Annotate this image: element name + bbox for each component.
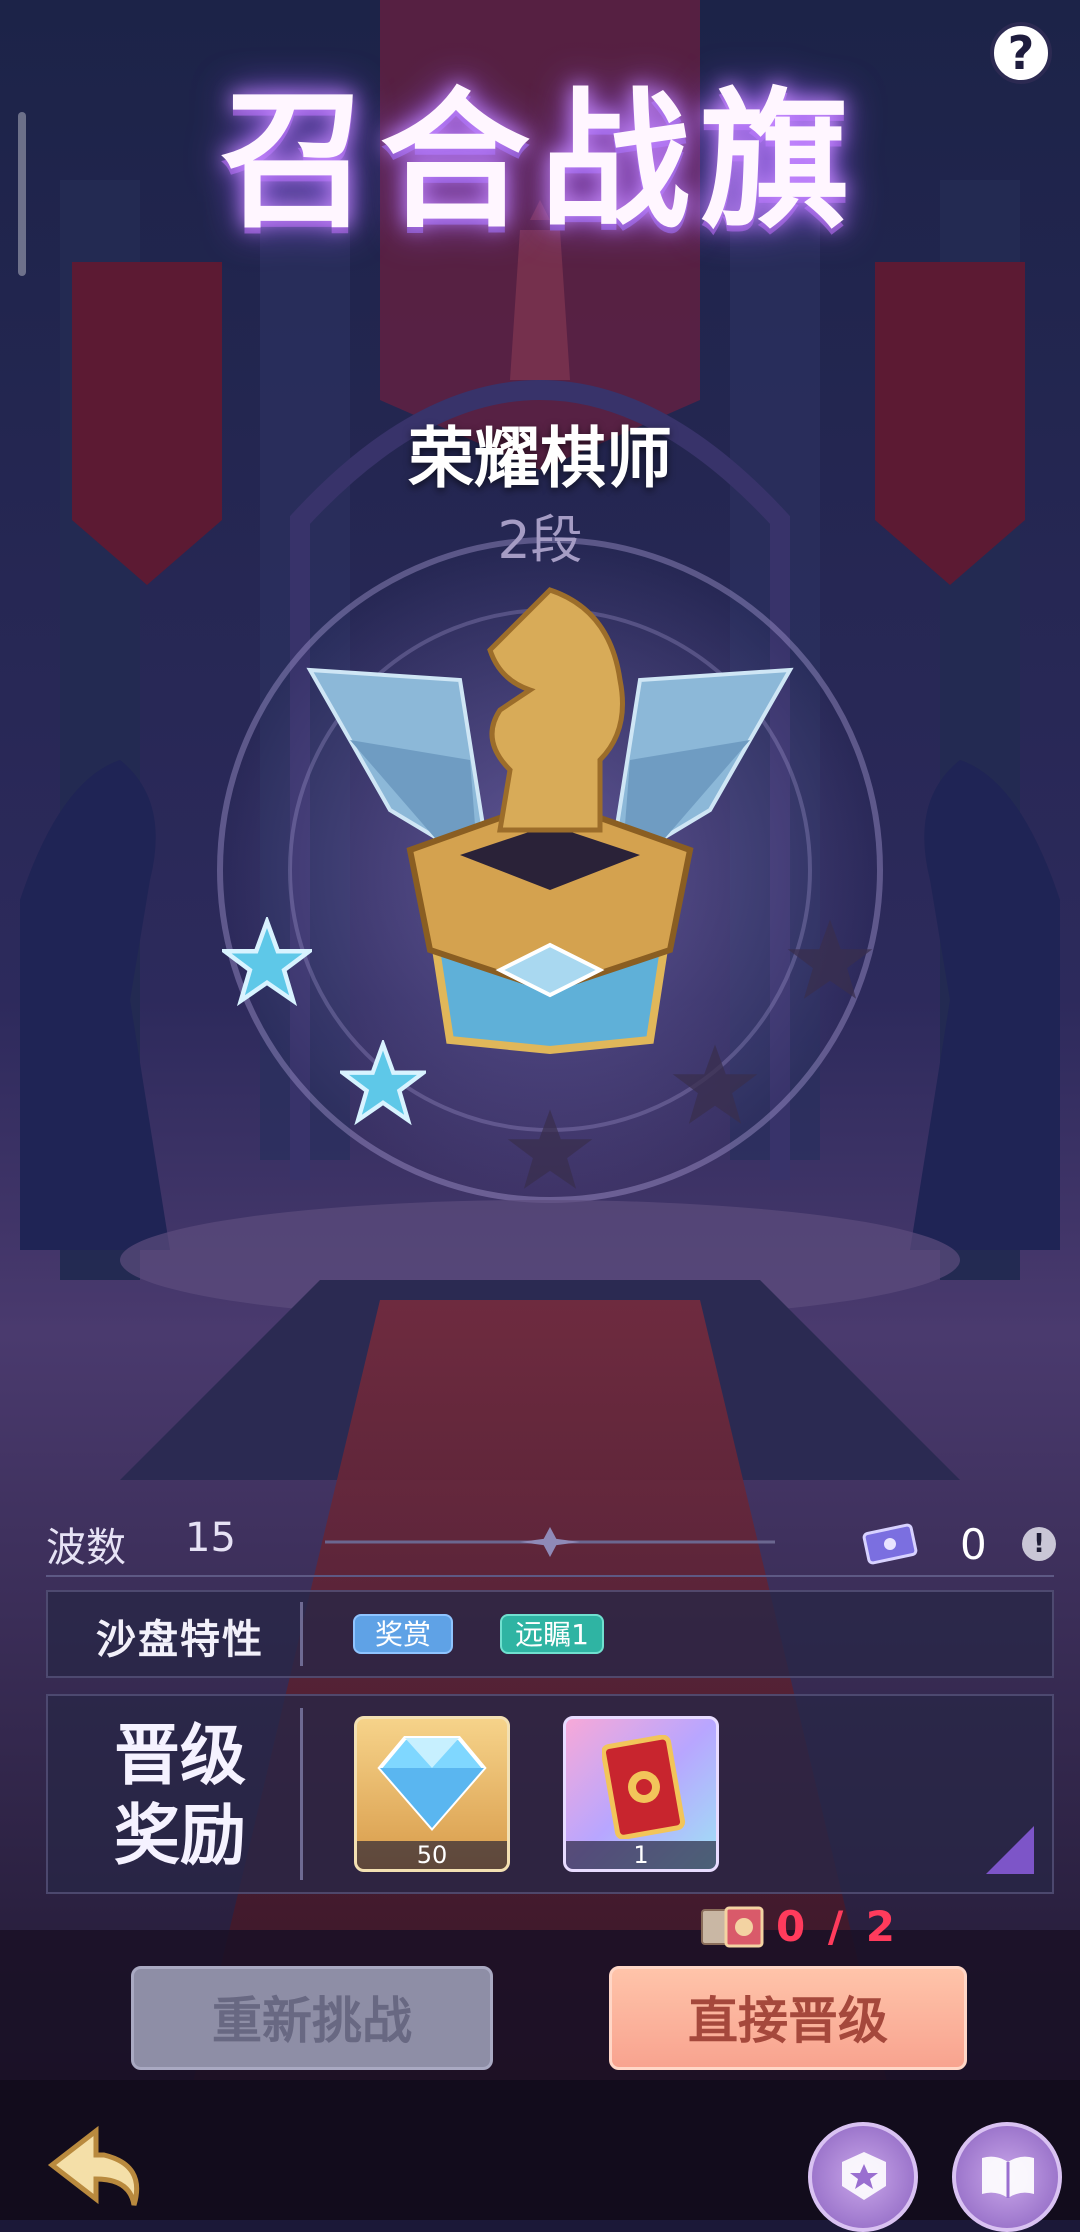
star-icon xyxy=(222,917,312,1007)
info-icon[interactable]: ! xyxy=(1022,1527,1056,1561)
rank-tier: 2段 xyxy=(497,511,583,571)
reward-diamond-card[interactable]: 50 xyxy=(354,1716,510,1872)
challenge-ticket-icon xyxy=(701,1906,764,1948)
book-icon xyxy=(982,2156,1034,2198)
empty-star-icon xyxy=(507,1109,593,1189)
promotion-rewards-label-line2: 奖励 xyxy=(114,1796,246,1874)
ornament-divider xyxy=(325,1527,775,1557)
card-pack-icon xyxy=(602,1735,686,1839)
knight-rank-emblem xyxy=(306,587,794,1055)
wave-label: 波数 xyxy=(46,1525,126,1571)
promotion-rewards-label-line1: 晋级 xyxy=(114,1716,246,1794)
ticket-icon xyxy=(862,1523,918,1565)
reward-count: 1 xyxy=(566,1841,716,1869)
back-arrow-icon[interactable] xyxy=(44,2125,154,2220)
promote-directly-button[interactable]: 直接晋级 xyxy=(609,1966,967,2070)
sandbox-traits-label: 沙盘特性 xyxy=(96,1617,264,1663)
retry-button[interactable]: 重新挑战 xyxy=(131,1966,493,2070)
diamond-icon xyxy=(377,1736,487,1832)
ticket-count: 0 xyxy=(960,1520,987,1569)
rank-reward-button[interactable] xyxy=(808,2122,918,2232)
badge-icon xyxy=(842,2152,886,2200)
challenge-progress: 0 / 2 xyxy=(776,1902,900,1951)
divider xyxy=(46,1575,1054,1577)
empty-star-icon xyxy=(787,919,873,999)
divider xyxy=(300,1602,303,1666)
empty-star-icon xyxy=(672,1044,758,1124)
reward-count: 50 xyxy=(357,1841,507,1869)
trait-tag-reward[interactable]: 奖赏 xyxy=(353,1614,453,1654)
page-title: 召合战旗 xyxy=(219,73,860,249)
star-icon xyxy=(340,1040,426,1126)
corner-expand-icon[interactable] xyxy=(986,1826,1034,1874)
guide-book-button[interactable] xyxy=(952,2122,1062,2232)
trait-tag-vision[interactable]: 远瞩1 xyxy=(500,1614,604,1654)
help-button[interactable]: ? xyxy=(990,22,1052,84)
divider xyxy=(300,1708,303,1880)
reward-card-pack-card[interactable]: 1 xyxy=(563,1716,719,1872)
wave-value: 15 xyxy=(185,1515,236,1561)
rank-name: 荣耀棋师 xyxy=(408,419,672,497)
